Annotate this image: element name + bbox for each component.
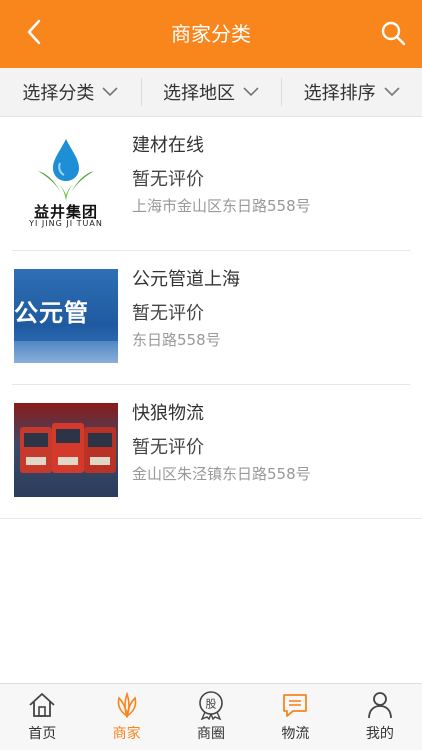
logo-subtext: YI JING JI TUAN [29,219,103,228]
merchant-address: 金山区朱泾镇东日路558号 [132,465,311,483]
merchant-rating: 暂无评价 [132,169,204,190]
merchant-logo [14,403,118,497]
search-icon[interactable] [378,18,408,48]
water-drop-leaf-logo [36,137,96,207]
screen: 商家分类 选择分类 选择地区 选择排序 益井集团 YI JING JI TUAN… [0,0,422,750]
tab-home[interactable]: 首页 [0,684,84,750]
filter-sort[interactable]: 选择排序 [281,68,422,116]
merchant-icon [112,690,142,720]
tab-logistics[interactable]: 物流 [253,684,337,750]
tab-merchant-label: 商家 [112,726,141,742]
header-bar: 商家分类 [0,0,422,68]
merchant-rating: 暂无评价 [132,437,204,458]
chat-logistics-icon [280,690,310,720]
truck-shape [84,427,116,473]
merchant-name: 建材在线 [132,135,204,156]
chevron-down-icon [384,84,400,100]
filter-bar: 选择分类 选择地区 选择排序 [0,68,422,117]
merchant-item[interactable]: 公元管 公元管道上海 暂无评价 东日路558号 [12,251,410,385]
filter-region-label: 选择地区 [163,83,235,104]
filter-region[interactable]: 选择地区 [140,68,282,116]
merchant-list: 益井集团 YI JING JI TUAN 建材在线 暂无评价 上海市金山区东日路… [0,117,422,519]
tab-home-label: 首页 [28,726,57,742]
logo-text: 公元管 [14,299,89,327]
merchant-item[interactable]: 益井集团 YI JING JI TUAN 建材在线 暂无评价 上海市金山区东日路… [12,117,410,251]
tab-mine-label: 我的 [365,726,394,742]
merchant-address: 东日路558号 [132,331,221,349]
stock-circle-icon: 股 [196,690,226,720]
tab-mine[interactable]: 我的 [338,684,422,750]
user-icon [365,690,395,720]
home-icon [27,690,57,720]
filter-sort-label: 选择排序 [303,83,376,104]
merchant-item[interactable]: 快狼物流 暂无评价 金山区朱泾镇东日路558号 [12,385,410,518]
merchant-name: 快狼物流 [132,403,204,424]
bottom-tab-bar: 首页 商家 股 商圈 物流 我的 [0,683,422,750]
trucks-photo [14,403,118,497]
chevron-down-icon [243,84,259,100]
merchant-name: 公元管道上海 [132,269,240,290]
tab-business-circle-label: 商圈 [197,726,226,742]
page-title: 商家分类 [171,22,251,46]
logo-background [14,341,118,363]
merchant-rating: 暂无评价 [132,303,204,324]
chevron-down-icon [102,84,118,100]
truck-shape [52,423,84,473]
truck-shape [20,427,52,473]
filter-category-label: 选择分类 [22,83,95,104]
merchant-address: 上海市金山区东日路558号 [132,197,311,215]
filter-category[interactable]: 选择分类 [0,68,141,116]
tab-logistics-label: 物流 [281,726,310,742]
stock-circle-icon-text: 股 [206,698,217,711]
tab-business-circle[interactable]: 股 商圈 [169,684,253,750]
merchant-logo: 公元管 [14,269,118,363]
tab-merchant[interactable]: 商家 [84,684,168,750]
merchant-logo: 益井集团 YI JING JI TUAN [14,135,118,229]
